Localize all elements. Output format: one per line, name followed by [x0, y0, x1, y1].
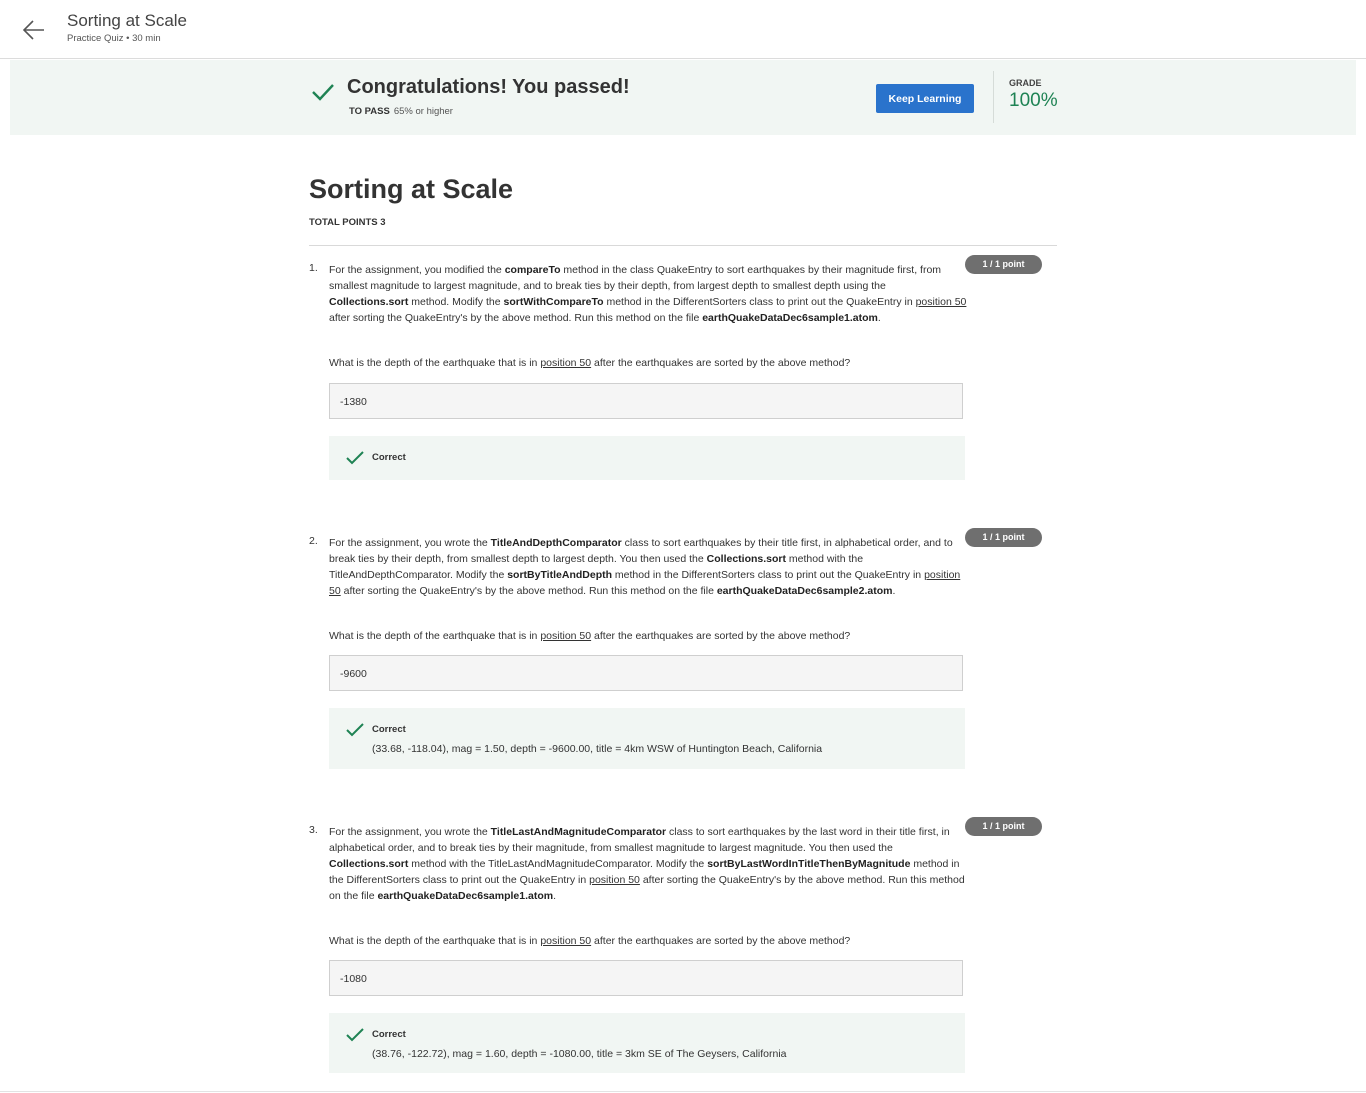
checkmark-icon	[345, 720, 365, 740]
question-number: 3.	[309, 824, 318, 836]
question-text: For the assignment, you wrote the TitleA…	[329, 535, 967, 599]
points-badge: 1 / 1 point	[965, 817, 1042, 836]
pass-message: Congratulations! You passed!	[347, 76, 630, 98]
code-term: Collections.sort	[329, 296, 409, 308]
prompt-text: after the earthquakes are sorted by the …	[591, 357, 851, 369]
pass-banner: Congratulations! You passed! TO PASS 65% …	[10, 60, 1356, 135]
back-arrow-icon[interactable]	[18, 14, 50, 46]
keep-learning-button[interactable]: Keep Learning	[876, 84, 974, 113]
points-badge: 1 / 1 point	[965, 528, 1042, 547]
feedback-label: Correct	[372, 452, 406, 463]
checkmark-icon	[310, 79, 336, 105]
code-term: sortByTitleAndDepth	[507, 569, 613, 581]
to-pass-value: 65% or higher	[393, 106, 453, 117]
page-bottom-divider	[0, 1091, 1366, 1092]
feedback-box: Correct (33.68, -118.04), mag = 1.50, de…	[329, 708, 965, 769]
top-header: Sorting at Scale Practice Quiz • 30 min	[0, 0, 1366, 59]
question-number: 2.	[309, 535, 318, 547]
to-pass-label: TO PASS	[349, 106, 390, 117]
answer-field[interactable]: -1380	[329, 383, 963, 419]
question-text-run: .	[892, 585, 896, 597]
code-term: TitleLastAndMagnitudeComparator	[490, 826, 667, 838]
question-prompt: What is the depth of the earthquake that…	[329, 935, 850, 947]
pass-threshold: TO PASS 65% or higher	[349, 106, 453, 117]
quiz-title: Sorting at Scale	[309, 174, 514, 204]
feedback-box: Correct (38.76, -122.72), mag = 1.60, de…	[329, 1013, 965, 1073]
position-link: position 50	[915, 296, 967, 308]
question-text: For the assignment, you modified the com…	[329, 262, 967, 326]
divider	[309, 245, 1057, 246]
checkmark-icon	[345, 1025, 365, 1045]
position-link: position 50	[540, 357, 592, 369]
total-points: TOTAL POINTS 3	[309, 217, 386, 228]
grade-value: 100%	[1009, 90, 1058, 111]
question-prompt: What is the depth of the earthquake that…	[329, 630, 850, 642]
question-text-run: For the assignment, you modified the	[329, 264, 505, 276]
points-badge: 1 / 1 point	[965, 255, 1042, 274]
code-term: Collections.sort	[329, 858, 409, 870]
question-number: 1.	[309, 262, 318, 274]
grade-divider	[993, 71, 994, 123]
question-text-run: method in the DifferentSorters class to …	[612, 569, 925, 581]
code-term: compareTo	[504, 264, 561, 276]
question-text-run: For the assignment, you wrote the	[329, 826, 491, 838]
code-term: earthQuakeDataDec6sample1.atom	[377, 890, 554, 902]
position-link: position 50	[540, 630, 592, 642]
prompt-text: after the earthquakes are sorted by the …	[591, 935, 851, 947]
header-subtitle: Practice Quiz • 30 min	[67, 33, 161, 44]
question-text-run: .	[553, 890, 557, 902]
code-term: sortByLastWordInTitleThenByMagnitude	[707, 858, 911, 870]
question-text: For the assignment, you wrote the TitleL…	[329, 824, 967, 904]
question-text-run: after sorting the QuakeEntry's by the ab…	[329, 312, 703, 324]
answer-field[interactable]: -9600	[329, 655, 963, 691]
code-term: sortWithCompareTo	[503, 296, 604, 308]
feedback-label: Correct	[372, 724, 406, 735]
header-title: Sorting at Scale	[67, 11, 188, 30]
prompt-text: What is the depth of the earthquake that…	[329, 935, 541, 947]
prompt-text: What is the depth of the earthquake that…	[329, 357, 541, 369]
feedback-detail: (33.68, -118.04), mag = 1.50, depth = -9…	[372, 743, 823, 755]
prompt-text: after the earthquakes are sorted by the …	[591, 630, 851, 642]
code-term: earthQuakeDataDec6sample2.atom	[716, 585, 893, 597]
feedback-box: Correct	[329, 436, 965, 480]
question-text-run: method with the TitleLastAndMagnitudeCom…	[408, 858, 708, 870]
question-prompt: What is the depth of the earthquake that…	[329, 357, 850, 369]
feedback-label: Correct	[372, 1029, 406, 1040]
answer-field[interactable]: -1080	[329, 960, 963, 996]
code-term: earthQuakeDataDec6sample1.atom	[702, 312, 878, 324]
question-text-run: For the assignment, you wrote the	[329, 537, 491, 549]
question-text-run: after sorting the QuakeEntry's by the ab…	[340, 585, 717, 597]
grade-label: GRADE	[1009, 78, 1042, 88]
question-text-run: method in the DifferentSorters class to …	[603, 296, 916, 308]
question-text-run: .	[877, 312, 881, 324]
feedback-detail: (38.76, -122.72), mag = 1.60, depth = -1…	[372, 1048, 787, 1060]
position-link: position 50	[540, 935, 592, 947]
question-text-run: method. Modify the	[408, 296, 504, 308]
code-term: Collections.sort	[706, 553, 787, 565]
prompt-text: What is the depth of the earthquake that…	[329, 630, 541, 642]
checkmark-icon	[345, 448, 365, 468]
position-link: position 50	[589, 874, 640, 886]
code-term: TitleAndDepthComparator	[490, 537, 622, 549]
